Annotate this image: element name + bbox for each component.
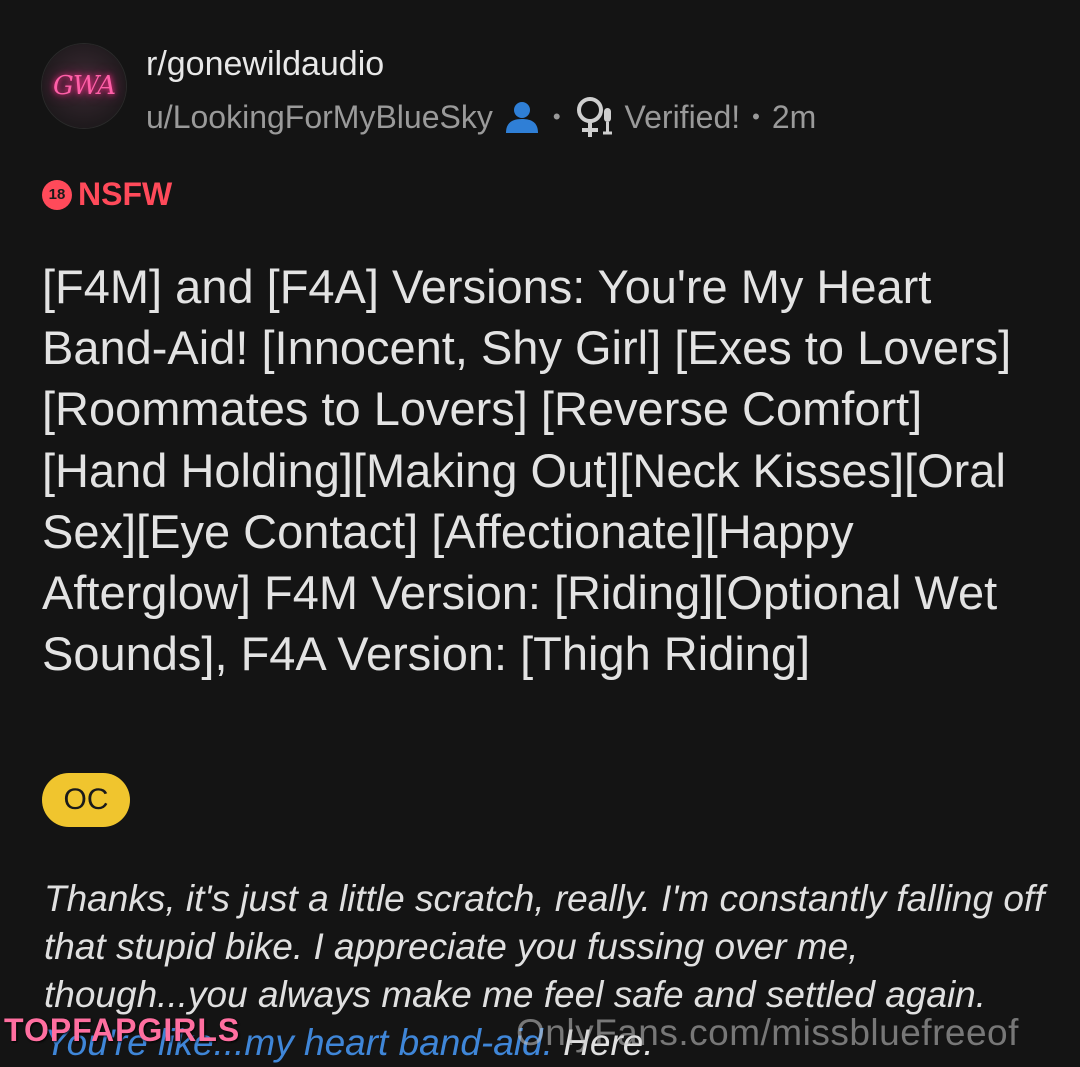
post-title[interactable]: [F4M] and [F4A] Versions: You're My Hear… (42, 256, 1042, 684)
header-text: r/gonewildaudio u/LookingForMyBlueSky • (146, 44, 816, 140)
post-meta: u/LookingForMyBlueSky • Verified! • 2m (146, 94, 816, 140)
meta-separator: • (752, 104, 760, 129)
post-flair[interactable]: OC (42, 773, 130, 827)
watermark-left: TOPFAPGIRLS (4, 1012, 241, 1048)
subreddit-name[interactable]: r/gonewildaudio (146, 44, 816, 84)
post-body-text: Thanks, it's just a little scratch, real… (44, 878, 1045, 1015)
nsfw-label: NSFW (78, 176, 173, 212)
nsfw-tag: 18 NSFW (42, 176, 172, 213)
subreddit-avatar[interactable]: GWA (42, 44, 126, 128)
post-header: GWA r/gonewildaudio u/LookingForMyBlueSk… (42, 44, 816, 140)
author-username[interactable]: u/LookingForMyBlueSky (146, 97, 493, 137)
meta-separator: • (552, 104, 561, 129)
user-flair-verified: Verified! (624, 99, 741, 135)
avatar-logo-text: GWA (53, 71, 116, 101)
female-mic-icon (573, 94, 619, 140)
post-time: 2m (771, 99, 817, 135)
user-icon (503, 100, 541, 134)
nsfw-18-icon: 18 (42, 179, 72, 210)
post-card[interactable]: GWA r/gonewildaudio u/LookingForMyBlueSk… (0, 0, 1080, 1063)
watermark-right: OnlyFans.com/missbluefreeof (516, 1012, 1019, 1053)
